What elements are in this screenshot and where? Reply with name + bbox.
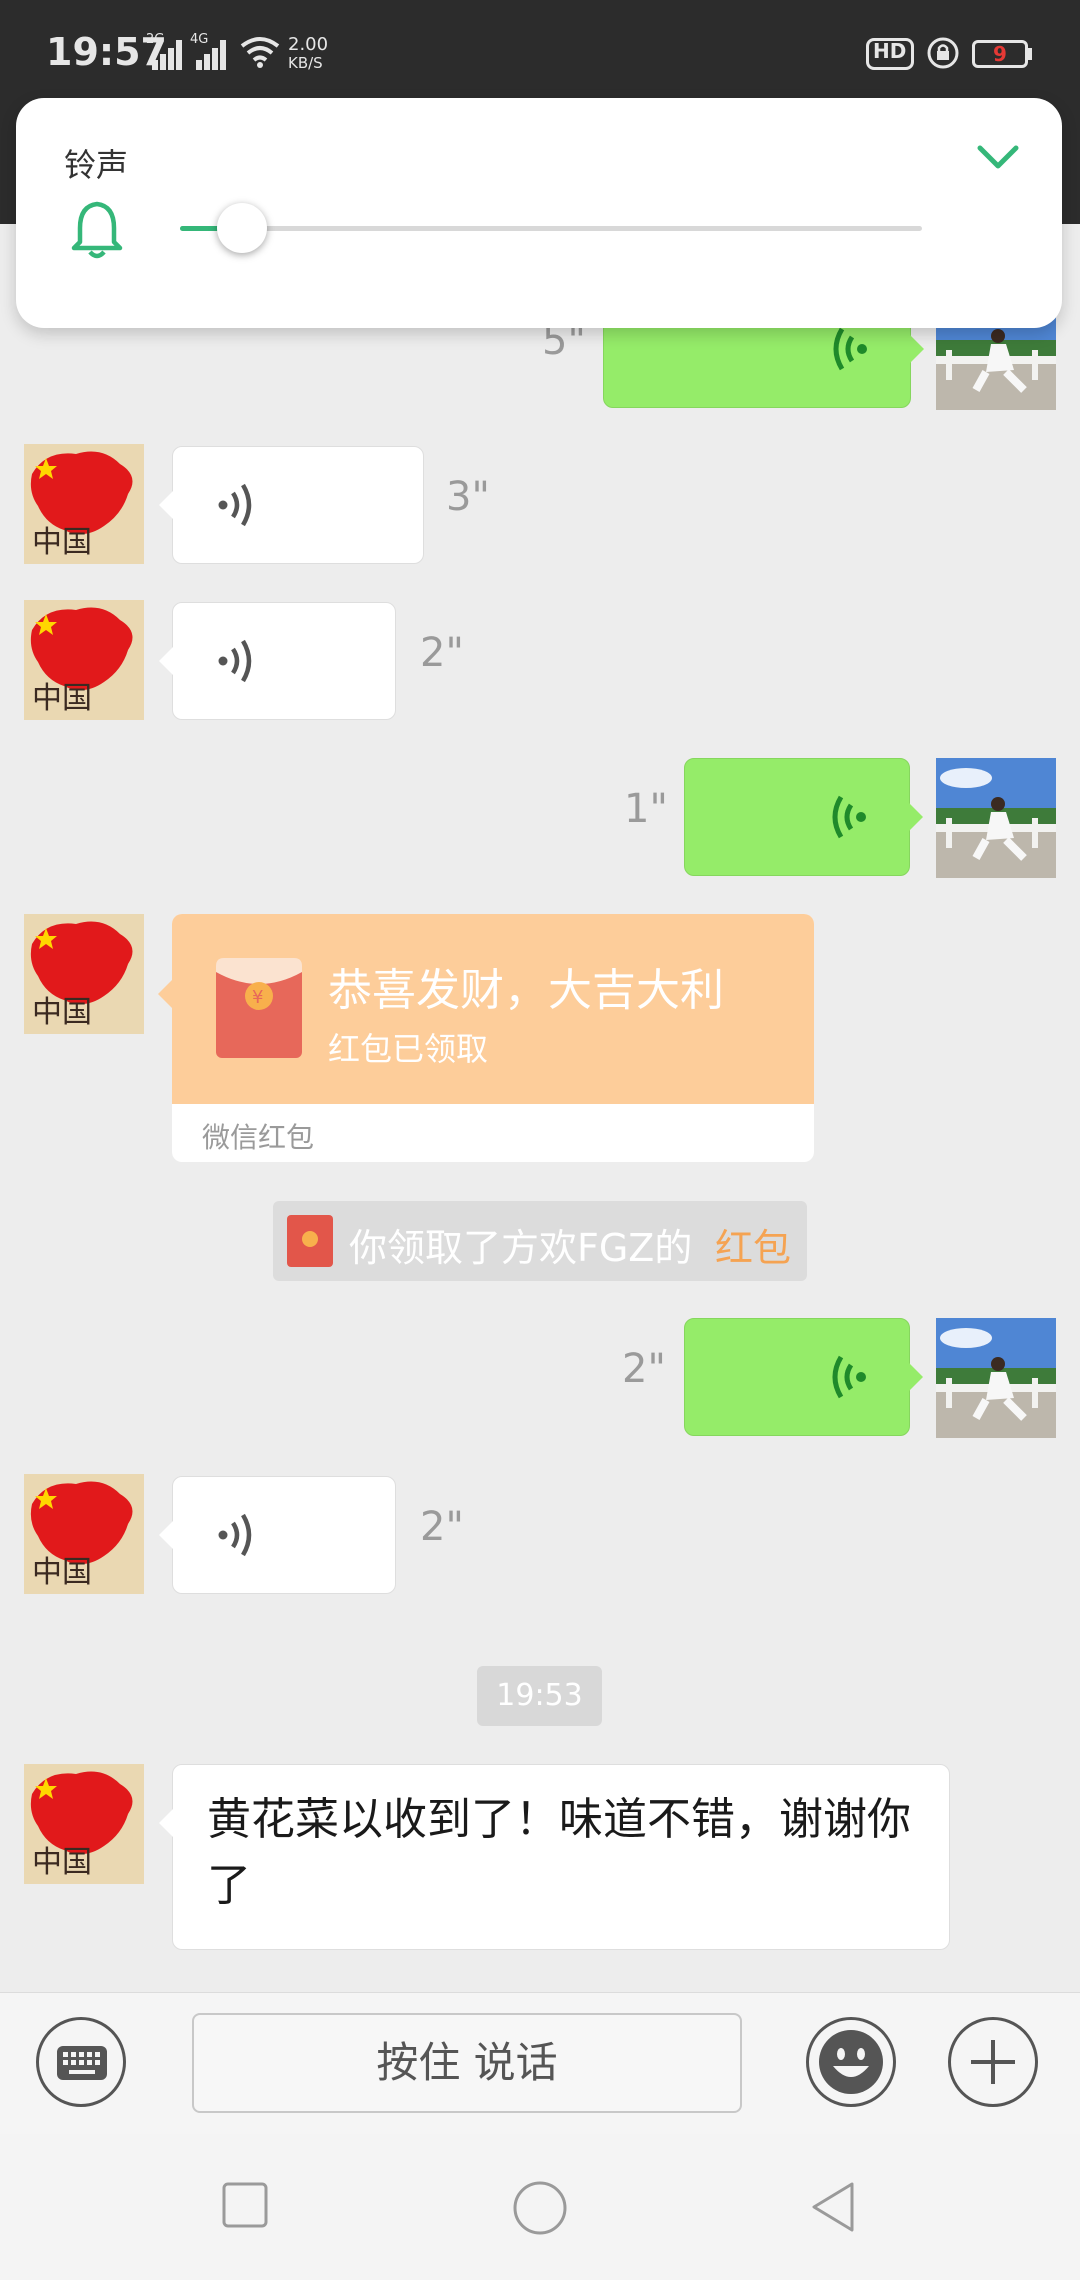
china-map-icon: 中国: [24, 1764, 144, 1884]
notice-red-packet-link[interactable]: 红包: [715, 1217, 791, 1272]
net-speed-unit: KB/S: [288, 54, 323, 72]
avatar-photo: [936, 1318, 1056, 1438]
avatar-contact[interactable]: 中国: [24, 600, 144, 720]
keyboard-toggle-button[interactable]: [36, 2017, 126, 2107]
red-envelope-icon: [287, 1215, 333, 1267]
red-packet-card[interactable]: ¥ 恭喜发财，大吉大利 红包已领取 微信红包: [172, 914, 814, 1162]
voice-duration: 3": [446, 474, 490, 520]
avatar-contact[interactable]: 中国: [24, 914, 144, 1034]
battery-level: 9: [993, 42, 1007, 66]
china-map-icon: 中国: [24, 1474, 144, 1594]
volume-slider-track[interactable]: [180, 226, 922, 231]
signal-4g-icon: 4G: [190, 32, 228, 70]
avatar-text: 中国: [32, 995, 92, 1030]
avatar-contact[interactable]: 中国: [24, 444, 144, 564]
system-notice: 你领取了方欢FGZ的 红包: [273, 1201, 807, 1281]
red-packet-title: 恭喜发财，大吉大利: [328, 965, 724, 1016]
avatar-me[interactable]: [936, 758, 1056, 878]
voice-wave-icon: [218, 1513, 252, 1557]
avatar-text: 中国: [32, 1845, 92, 1880]
voice-duration: 1": [624, 786, 668, 832]
red-packet-footer: 微信红包: [202, 1121, 315, 1154]
signal-2g-icon: 2G: [146, 32, 182, 70]
more-button[interactable]: [948, 2017, 1038, 2107]
chevron-down-icon[interactable]: [976, 142, 1020, 172]
back-icon[interactable]: [808, 2180, 858, 2234]
emoji-icon: [819, 2030, 883, 2094]
bell-icon: [71, 201, 123, 259]
keyboard-icon: [57, 2046, 107, 2080]
plus-icon: [971, 2040, 1015, 2084]
hold-to-talk-button[interactable]: 按住 说话: [192, 2013, 742, 2113]
china-map-icon: 中国: [24, 600, 144, 720]
voice-wave-icon: [833, 327, 867, 371]
voice-wave-icon: [832, 795, 866, 839]
voice-wave-icon: [832, 1355, 866, 1399]
battery-icon: 9: [972, 40, 1028, 68]
voice-message-incoming[interactable]: [159, 602, 396, 720]
notice-text: 你领取了方欢FGZ的: [349, 1226, 693, 1270]
rotation-lock-icon: [927, 37, 959, 69]
volume-panel-title: 铃声: [64, 146, 129, 184]
volume-slider-thumb[interactable]: [217, 203, 267, 253]
avatar-text: 中国: [32, 1555, 92, 1590]
voice-message-outgoing[interactable]: [684, 758, 923, 876]
system-nav-bar: [0, 2134, 1080, 2280]
red-packet-body: ¥ 恭喜发财，大吉大利 红包已领取: [172, 914, 814, 1104]
avatar-photo: [936, 758, 1056, 878]
voice-message-outgoing[interactable]: [684, 1318, 923, 1436]
avatar-me[interactable]: [936, 1318, 1056, 1438]
voice-duration: 2": [622, 1346, 666, 1392]
avatar-text: 中国: [32, 525, 92, 560]
red-packet-tail: [158, 980, 172, 1008]
timestamp: 19:53: [477, 1666, 602, 1726]
china-map-icon: 中国: [24, 914, 144, 1034]
voice-duration: 2": [420, 630, 464, 676]
home-icon[interactable]: [512, 2180, 568, 2236]
avatar-contact[interactable]: 中国: [24, 1764, 144, 1884]
hd-label: HD: [873, 39, 907, 63]
battery-tip: [1028, 48, 1032, 60]
red-envelope-icon: ¥: [216, 958, 302, 1058]
china-map-icon: 中国: [24, 444, 144, 564]
voice-message-incoming[interactable]: [159, 446, 424, 564]
voice-duration: 2": [420, 1504, 464, 1550]
coin-symbol: ¥: [252, 987, 263, 1008]
hd-icon: HD: [866, 38, 914, 70]
text-message-incoming[interactable]: 黄花菜以收到了！味道不错，谢谢你了: [159, 1764, 950, 1950]
volume-panel: 铃声: [16, 98, 1062, 328]
wifi-icon: [240, 37, 280, 68]
avatar-text: 中国: [32, 681, 92, 716]
net-speed-value: 2.00: [288, 34, 329, 55]
voice-wave-icon: [218, 639, 252, 683]
voice-wave-icon: [218, 483, 252, 527]
message-text: 黄花菜以收到了！味道不错，谢谢你了: [207, 1794, 911, 1911]
status-bar: 19:57 2G 4G 2.00 KB/S HD 9: [0, 0, 1080, 112]
emoji-button[interactable]: [806, 2017, 896, 2107]
avatar-contact[interactable]: 中国: [24, 1474, 144, 1594]
red-packet-status: 红包已领取: [328, 1030, 489, 1068]
recents-icon[interactable]: [222, 2182, 268, 2228]
voice-message-incoming[interactable]: [159, 1476, 396, 1594]
